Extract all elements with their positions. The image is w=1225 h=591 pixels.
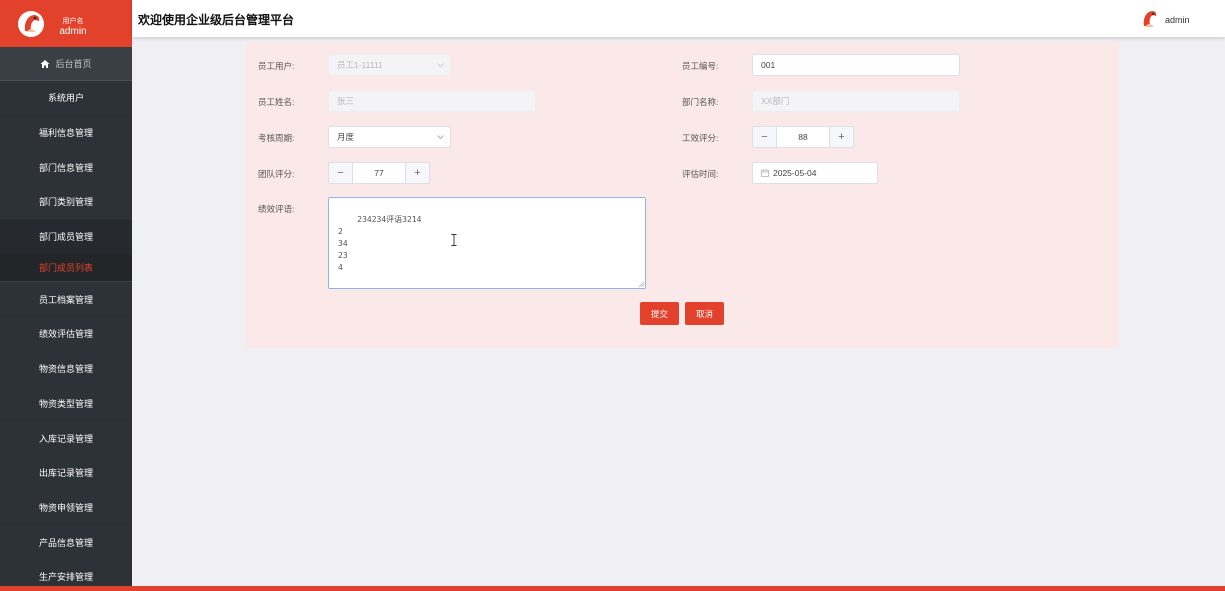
comment-value: 234234评语3214 2 34 23 4 <box>338 215 422 272</box>
sidebar: 用户名 admin 后台首页 系统用户 福利信息管理 部门信息管理 部门类别管理… <box>0 0 132 591</box>
sidebar-item-material-request[interactable]: 物资申领管理 <box>0 491 132 526</box>
sidebar-item-home[interactable]: 后台首页 <box>0 47 132 81</box>
text-cursor-icon <box>451 234 457 246</box>
work-score-stepper: − 88 + <box>752 126 854 148</box>
sidebar-item-label: 生产安排管理 <box>38 572 93 583</box>
sidebar-item-dept-info[interactable]: 部门信息管理 <box>0 150 132 186</box>
period-label: 考核周期: <box>258 133 295 143</box>
comment-textarea[interactable]: 234234评语3214 2 34 23 4 <box>328 197 646 289</box>
sidebar-item-label: 绩效评估管理 <box>38 329 93 340</box>
sidebar-item-label: 物资申领管理 <box>38 502 93 513</box>
chevron-down-icon <box>437 135 444 139</box>
sidebar-item-label: 福利信息管理 <box>38 128 93 139</box>
sidebar-item-dept-members[interactable]: 部门成员管理 <box>0 219 132 255</box>
period-value: 月度 <box>337 132 355 142</box>
sidebar-item-label: 产品信息管理 <box>38 537 93 548</box>
employee-user-label: 员工用户: <box>258 61 295 71</box>
sidebar-item-label: 员工档案管理 <box>38 294 93 305</box>
sidebar-item-label: 部门信息管理 <box>38 162 93 173</box>
sidebar-subitem-label: 部门成员列表 <box>38 263 93 274</box>
team-score-decrement-button[interactable]: − <box>329 163 353 183</box>
dept-name-value: XX部门 <box>761 96 790 106</box>
home-icon <box>40 59 50 68</box>
sidebar-item-product-info[interactable]: 产品信息管理 <box>0 525 132 560</box>
employee-no-value: 001 <box>761 60 776 70</box>
period-select[interactable]: 月度 <box>328 126 451 148</box>
calendar-icon <box>761 169 769 177</box>
sidebar-item-material-info[interactable]: 物资信息管理 <box>0 352 132 387</box>
sidebar-item-label: 系统用户 <box>47 93 84 104</box>
sidebar-item-label: 部门类别管理 <box>38 197 93 208</box>
resize-handle-icon[interactable] <box>638 281 644 287</box>
user-caption: 用户名 <box>62 18 84 25</box>
eval-time-value: 2025-05-04 <box>773 168 817 178</box>
chevron-down-icon <box>437 63 444 67</box>
employee-name-input: 张三 <box>328 90 536 112</box>
sidebar-item-label: 出库记录管理 <box>38 468 93 479</box>
work-score-decrement-button[interactable]: − <box>753 127 777 147</box>
eval-time-picker[interactable]: 2025-05-04 <box>752 162 878 184</box>
cancel-button[interactable]: 取消 <box>685 302 724 325</box>
employee-user-select: 员工1-11111 <box>328 54 451 76</box>
sidebar-item-system-users[interactable]: 系统用户 <box>0 81 132 116</box>
header-username[interactable]: admin <box>1165 15 1190 25</box>
employee-no-label: 员工编号: <box>682 61 719 71</box>
employee-name-value: 张三 <box>337 96 355 106</box>
team-score-increment-button[interactable]: + <box>405 163 429 183</box>
avatar-logo-icon <box>18 11 44 37</box>
evaluation-form: 员工用户: 员工1-11111 员工编号: 001 员工姓名: 张三 部门名称:… <box>246 42 1119 348</box>
sidebar-item-label: 入库记录管理 <box>38 433 93 444</box>
sidebar-item-label: 物资类型管理 <box>38 398 93 409</box>
sidebar-item-stock-out[interactable]: 出库记录管理 <box>0 456 132 491</box>
dept-name-label: 部门名称: <box>682 97 719 107</box>
eval-time-label: 评估时间: <box>682 169 719 179</box>
work-score-value[interactable]: 88 <box>777 127 829 147</box>
sidebar-item-welfare[interactable]: 福利信息管理 <box>0 116 132 151</box>
submit-button[interactable]: 提交 <box>640 302 679 325</box>
sidebar-item-label: 部门成员管理 <box>38 232 93 243</box>
team-score-label: 团队评分: <box>258 169 295 179</box>
employee-name-label: 员工姓名: <box>258 97 295 107</box>
employee-user-value: 员工1-11111 <box>337 60 383 70</box>
work-score-label: 工效评分: <box>682 133 719 143</box>
dept-name-input: XX部门 <box>752 90 960 112</box>
work-score-increment-button[interactable]: + <box>829 127 853 147</box>
sidebar-subitem-member-list[interactable]: 部门成员列表 <box>0 254 132 283</box>
sidebar-item-label: 物资信息管理 <box>38 364 93 375</box>
page-title: 欢迎使用企业级后台管理平台 <box>138 13 295 27</box>
top-header: 欢迎使用企业级后台管理平台 admin <box>132 0 1225 37</box>
sidebar-item-stock-in[interactable]: 入库记录管理 <box>0 421 132 456</box>
comment-label: 绩效评语: <box>258 204 295 214</box>
sidebar-item-dept-category[interactable]: 部门类别管理 <box>0 185 132 220</box>
user-name: admin <box>59 26 87 37</box>
team-score-value[interactable]: 77 <box>353 163 405 183</box>
sidebar-item-material-type[interactable]: 物资类型管理 <box>0 387 132 422</box>
sidebar-item-label: 后台首页 <box>55 59 92 69</box>
team-score-stepper: − 77 + <box>328 162 430 184</box>
brand-header: 用户名 admin <box>0 0 132 47</box>
avatar-icon[interactable] <box>1140 9 1160 29</box>
employee-no-input[interactable]: 001 <box>752 54 960 76</box>
bottom-accent-bar <box>0 586 1225 591</box>
sidebar-item-employee-files[interactable]: 员工档案管理 <box>0 282 132 318</box>
sidebar-item-performance[interactable]: 绩效评估管理 <box>0 317 132 352</box>
